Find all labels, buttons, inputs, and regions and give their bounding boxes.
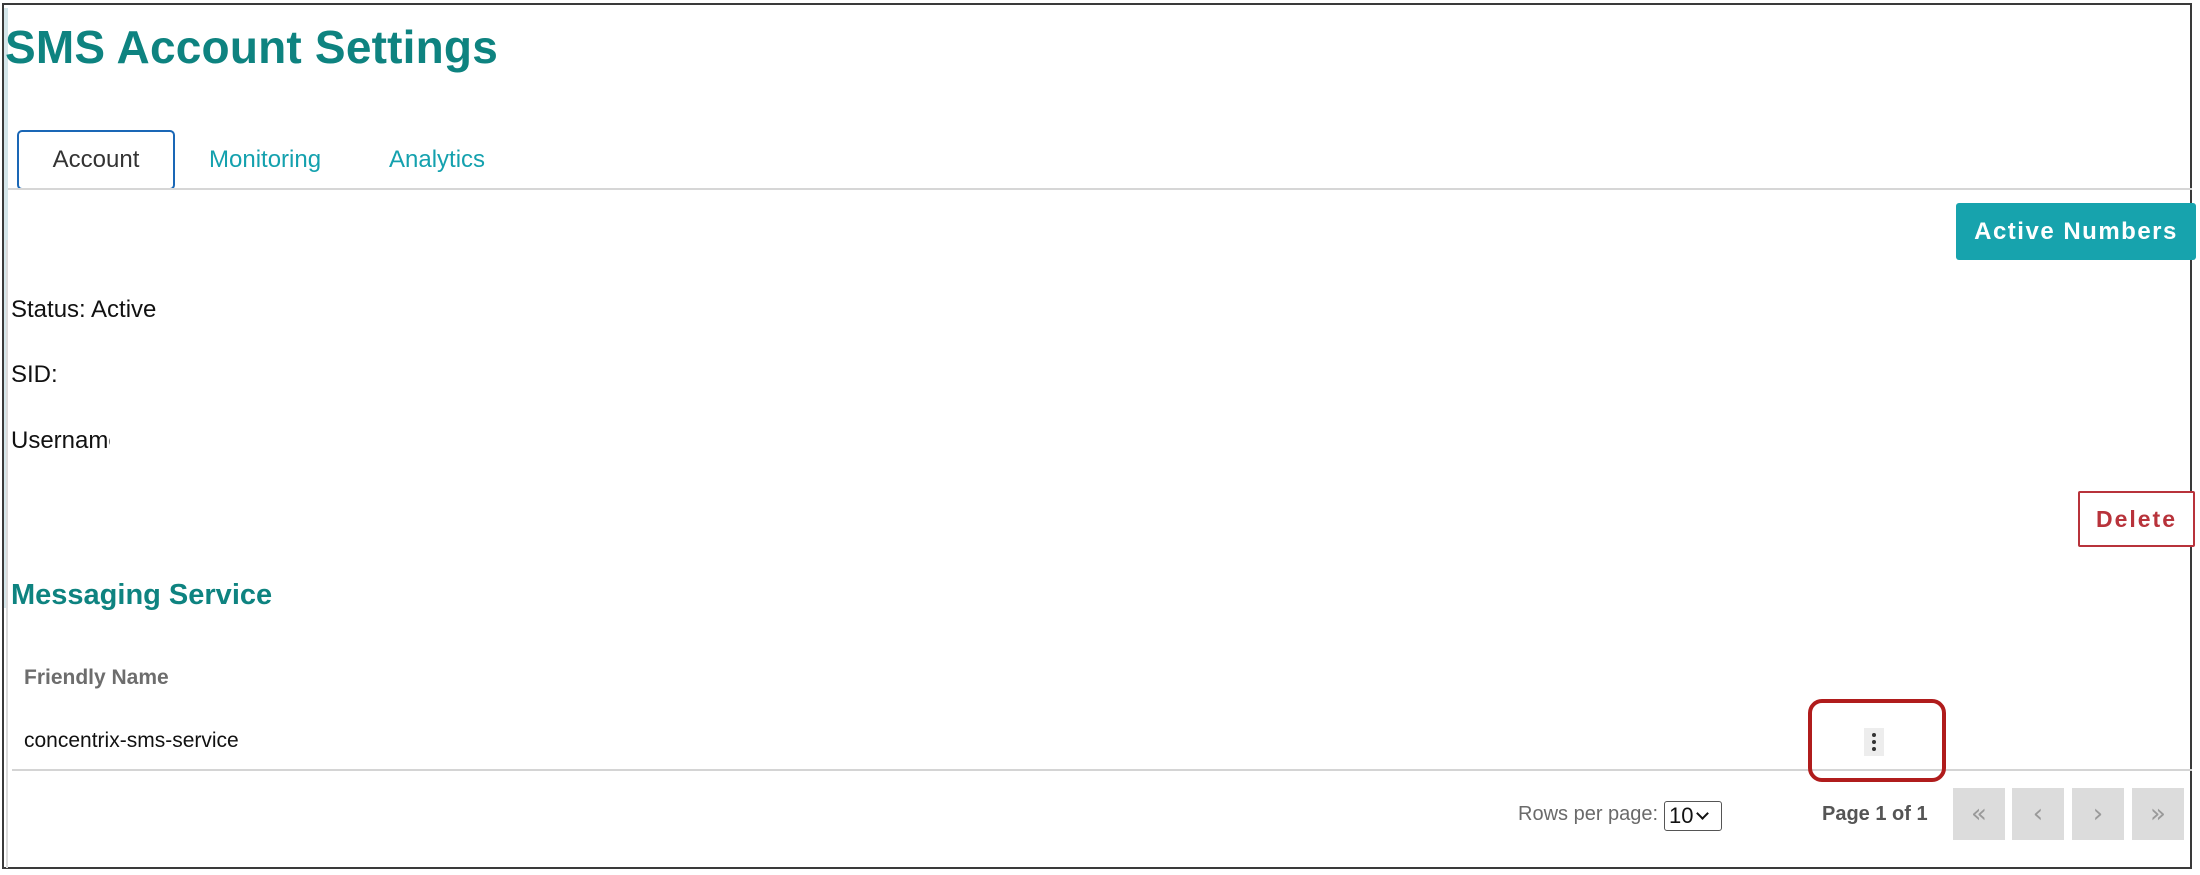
- chevron-left-icon: ‹: [2032, 799, 2044, 829]
- column-header-friendly-name[interactable]: Friendly Name: [24, 666, 169, 690]
- sid-text: SID:: [11, 361, 58, 388]
- tabs-divider: [8, 188, 2192, 190]
- table-row: concentrix-sms-service: [12, 712, 2192, 770]
- next-page-button[interactable]: ›: [2072, 788, 2124, 840]
- friendly-name-cell: concentrix-sms-service: [24, 729, 239, 752]
- tab-account[interactable]: Account: [17, 130, 175, 190]
- page-title: SMS Account Settings: [5, 21, 498, 73]
- rows-per-page-label: Rows per page:: [1518, 803, 1659, 825]
- chevron-down-icon: [1696, 807, 1710, 820]
- row-divider: [12, 769, 2192, 771]
- chevron-right-icon: ›: [2092, 799, 2104, 829]
- messaging-service-title: Messaging Service: [11, 579, 273, 611]
- active-numbers-button[interactable]: Active Numbers: [1956, 203, 2196, 260]
- double-chevron-right-icon: »: [2150, 799, 2166, 829]
- rows-per-page-value: 10: [1669, 803, 1694, 828]
- previous-page-button[interactable]: ‹: [2012, 788, 2064, 840]
- delete-button[interactable]: Delete: [2078, 491, 2195, 547]
- first-page-button[interactable]: «: [1953, 788, 2005, 840]
- tab-analytics[interactable]: Analytics: [389, 130, 485, 190]
- double-chevron-left-icon: «: [1971, 799, 1987, 829]
- left-divider: [6, 240, 8, 868]
- last-page-button[interactable]: »: [2132, 788, 2184, 840]
- username-text: Username: [11, 427, 110, 454]
- page-info: Page 1 of 1: [1822, 803, 1928, 825]
- status-text: Status: Active: [11, 296, 157, 323]
- rows-per-page-select[interactable]: 10: [1664, 801, 1722, 831]
- more-vertical-icon[interactable]: [1864, 728, 1884, 756]
- tab-monitoring[interactable]: Monitoring: [209, 130, 321, 190]
